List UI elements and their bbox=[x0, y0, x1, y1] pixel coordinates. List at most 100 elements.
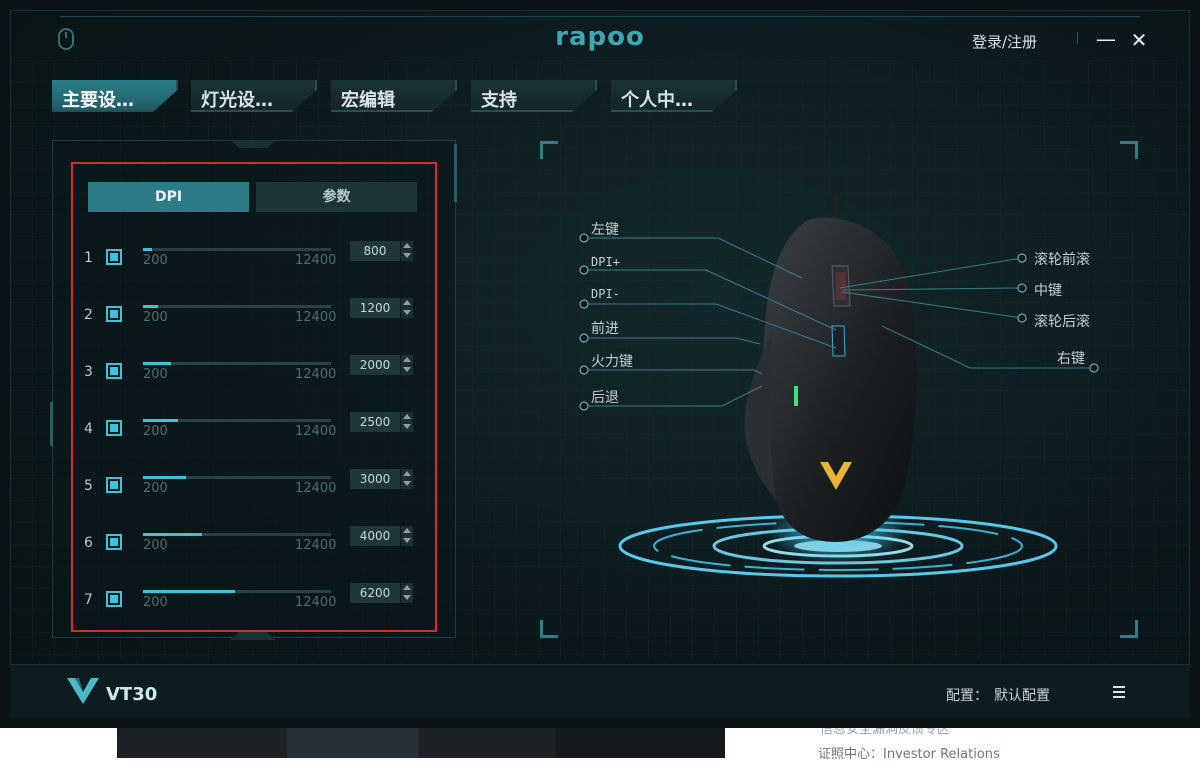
dpi-level-checkbox[interactable] bbox=[106, 249, 122, 265]
dpi-slider[interactable] bbox=[143, 533, 331, 536]
spin-down-icon[interactable] bbox=[403, 253, 411, 258]
dpi-slider-fill bbox=[143, 419, 178, 422]
close-button[interactable]: ✕ bbox=[1130, 28, 1148, 52]
spin-up-icon[interactable] bbox=[403, 471, 411, 476]
dpi-slider[interactable] bbox=[143, 590, 331, 593]
dpi-slider-max-label: 12400 bbox=[295, 424, 337, 439]
spin-up-icon[interactable] bbox=[403, 357, 411, 362]
dpi-level-row: 6 200 12400 4000 bbox=[84, 526, 424, 575]
dpi-slider-min-label: 200 bbox=[143, 538, 168, 553]
dpi-level-number: 6 bbox=[84, 535, 93, 551]
dpi-value-input[interactable]: 2000 bbox=[350, 355, 400, 375]
dpi-slider[interactable] bbox=[143, 362, 331, 365]
dpi-level-row: 3 200 12400 2000 bbox=[84, 355, 424, 404]
dpi-slider-min-label: 200 bbox=[143, 595, 168, 610]
spin-up-icon[interactable] bbox=[403, 414, 411, 419]
spin-down-icon[interactable] bbox=[403, 367, 411, 372]
callout-dpi-plus[interactable]: DPI+ bbox=[591, 255, 620, 269]
dpi-slider-max-label: 12400 bbox=[295, 538, 337, 553]
frame-corner bbox=[1120, 620, 1138, 638]
spin-up-icon[interactable] bbox=[403, 243, 411, 248]
dpi-level-number: 2 bbox=[84, 307, 93, 323]
dpi-value-input[interactable]: 6200 bbox=[350, 583, 400, 603]
callout-left-button[interactable]: 左键 bbox=[591, 219, 619, 239]
dpi-level-number: 4 bbox=[84, 421, 93, 437]
spin-down-icon[interactable] bbox=[403, 538, 411, 543]
dpi-level-row: 7 200 12400 6200 bbox=[84, 583, 424, 632]
dpi-slider-min-label: 200 bbox=[143, 367, 168, 382]
dpi-slider[interactable] bbox=[143, 476, 331, 479]
spin-down-icon[interactable] bbox=[403, 595, 411, 600]
config-selector[interactable]: 默认配置 bbox=[994, 685, 1050, 705]
dpi-level-checkbox[interactable] bbox=[106, 306, 122, 322]
hamburger-menu-icon[interactable] bbox=[1113, 686, 1127, 700]
callout-back[interactable]: 后退 bbox=[591, 387, 619, 407]
dpi-slider[interactable] bbox=[143, 248, 331, 251]
background-link[interactable]: 证照中心：Investor Relations bbox=[818, 743, 1000, 762]
brand-logo: rapoo bbox=[555, 22, 645, 52]
dpi-level-row: 5 200 12400 3000 bbox=[84, 469, 424, 518]
dpi-level-checkbox[interactable] bbox=[106, 363, 122, 379]
spin-up-icon[interactable] bbox=[403, 585, 411, 590]
frame-corner bbox=[1120, 141, 1138, 159]
dpi-slider-fill bbox=[143, 362, 171, 365]
dpi-level-checkbox[interactable] bbox=[106, 534, 122, 550]
dpi-slider[interactable] bbox=[143, 305, 331, 308]
login-register-link[interactable]: 登录/注册 bbox=[972, 31, 1037, 52]
dpi-slider-fill bbox=[143, 590, 235, 593]
dpi-level-checkbox[interactable] bbox=[106, 591, 122, 607]
dpi-slider-max-label: 12400 bbox=[295, 367, 337, 382]
dpi-level-checkbox[interactable] bbox=[106, 477, 122, 493]
spin-down-icon[interactable] bbox=[403, 481, 411, 486]
params-segment-button[interactable]: 参数 bbox=[256, 182, 417, 212]
dpi-slider-min-label: 200 bbox=[143, 481, 168, 496]
spin-down-icon[interactable] bbox=[403, 310, 411, 315]
dpi-slider-fill bbox=[143, 533, 202, 536]
dpi-value-input[interactable]: 2500 bbox=[350, 412, 400, 432]
dpi-slider-fill bbox=[143, 248, 152, 251]
title-separator bbox=[1077, 32, 1078, 44]
dpi-slider-min-label: 200 bbox=[143, 424, 168, 439]
spin-up-icon[interactable] bbox=[403, 528, 411, 533]
minimize-button[interactable]: — bbox=[1096, 28, 1116, 52]
dpi-segment-button[interactable]: DPI bbox=[88, 182, 249, 212]
dpi-spinner bbox=[401, 469, 413, 489]
dpi-value-input[interactable]: 3000 bbox=[350, 469, 400, 489]
panel-accent bbox=[50, 402, 53, 446]
dpi-level-number: 5 bbox=[84, 478, 93, 494]
mouse-image bbox=[744, 194, 917, 542]
panel-scrollbar[interactable] bbox=[454, 144, 457, 202]
callout-right-button[interactable]: 右键 bbox=[1057, 348, 1085, 368]
rapoo-app-window: rapoo 登录/注册 — ✕ 主要设… 灯光设… 宏编辑 支持 个人中… DP… bbox=[0, 0, 1200, 728]
frame-corner bbox=[540, 141, 558, 159]
config-label: 配置： bbox=[946, 688, 988, 704]
callout-forward[interactable]: 前进 bbox=[591, 318, 619, 338]
dpi-spinner bbox=[401, 583, 413, 603]
callout-dpi-minus[interactable]: DPI- bbox=[591, 287, 620, 301]
dpi-spinner bbox=[401, 412, 413, 432]
dpi-level-row: 1 200 12400 800 bbox=[84, 241, 424, 290]
dpi-level-checkbox[interactable] bbox=[106, 420, 122, 436]
mouse-icon bbox=[58, 28, 74, 50]
dpi-slider-max-label: 12400 bbox=[295, 253, 337, 268]
callout-middle-button[interactable]: 中键 bbox=[1034, 280, 1062, 300]
spin-down-icon[interactable] bbox=[403, 424, 411, 429]
dpi-slider[interactable] bbox=[143, 419, 331, 422]
mouse-preview bbox=[579, 194, 1099, 578]
dpi-value-input[interactable]: 1200 bbox=[350, 298, 400, 318]
spin-up-icon[interactable] bbox=[403, 300, 411, 305]
dpi-spinner bbox=[401, 298, 413, 318]
dpi-level-number: 7 bbox=[84, 592, 93, 608]
dpi-slider-fill bbox=[143, 476, 186, 479]
callout-scroll-up[interactable]: 滚轮前滚 bbox=[1034, 249, 1090, 269]
dpi-slider-min-label: 200 bbox=[143, 310, 168, 325]
dpi-level-row: 4 200 12400 2500 bbox=[84, 412, 424, 461]
callout-fire-key[interactable]: 火力键 bbox=[591, 351, 633, 371]
callout-scroll-down[interactable]: 滚轮后滚 bbox=[1034, 311, 1090, 331]
dpi-spinner bbox=[401, 355, 413, 375]
dpi-spinner bbox=[401, 241, 413, 261]
dpi-slider-max-label: 12400 bbox=[295, 481, 337, 496]
dpi-value-input[interactable]: 800 bbox=[350, 241, 400, 261]
dpi-slider-min-label: 200 bbox=[143, 253, 168, 268]
dpi-value-input[interactable]: 4000 bbox=[350, 526, 400, 546]
